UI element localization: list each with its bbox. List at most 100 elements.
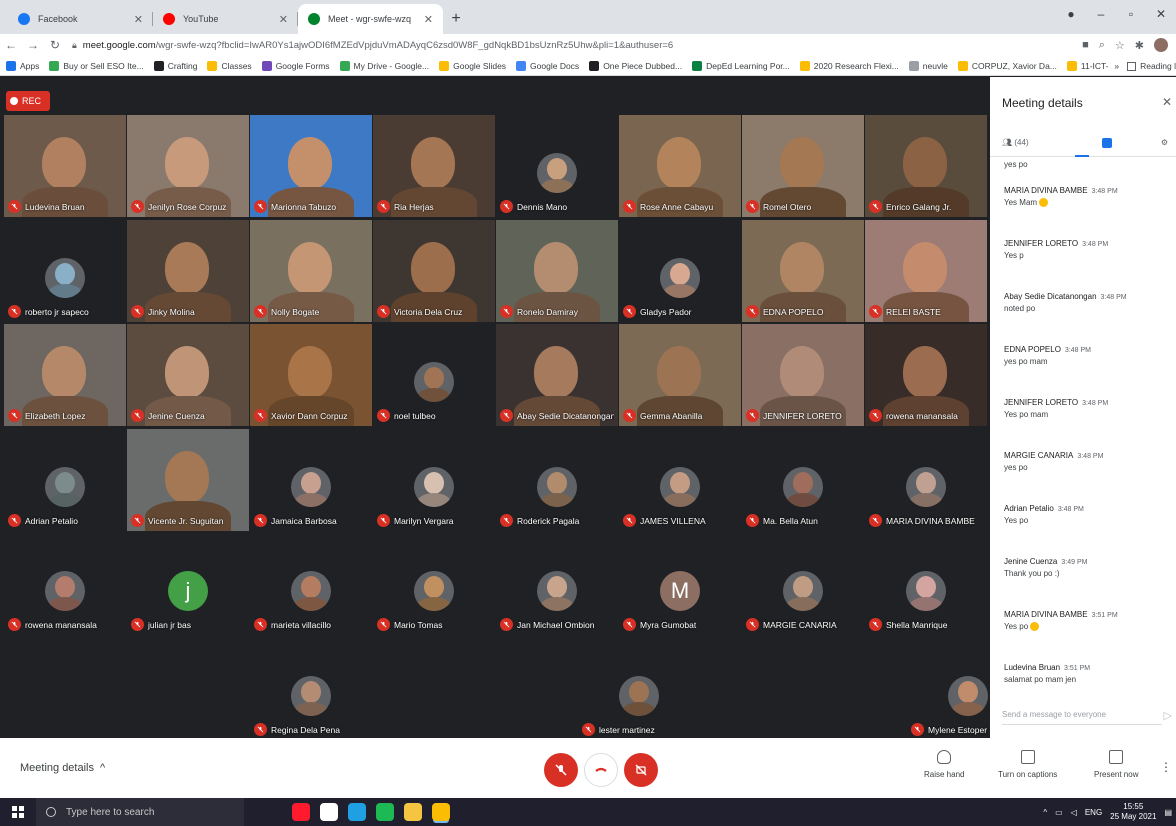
participant-tile[interactable]: Victoria Dela Cruz [373, 220, 495, 322]
participant-tile[interactable]: Shella Manrique [865, 533, 987, 635]
bookmark-item[interactable]: Classes [207, 60, 252, 71]
participant-tile[interactable]: Gladys Pador [619, 220, 741, 322]
profile-icon[interactable]: ● [1056, 0, 1086, 28]
participant-tile[interactable]: lester martinez [578, 638, 700, 740]
new-tab-button[interactable]: + [443, 4, 469, 34]
participant-tile[interactable]: Adrian Petalio [4, 429, 126, 531]
captions-button[interactable]: Turn on captions [998, 750, 1057, 779]
network-icon[interactable]: ▭ [1055, 808, 1063, 817]
browser-tab[interactable]: YouTube ✕ [153, 4, 298, 34]
close-icon[interactable]: ✕ [1162, 95, 1172, 109]
participant-tile[interactable]: rowena manansala [865, 324, 987, 426]
bookmark-item[interactable]: Crafting [153, 60, 197, 71]
taskbar-search[interactable]: Type here to search [36, 798, 244, 826]
edge-taskbar-icon[interactable] [348, 803, 366, 821]
bookmark-item[interactable]: Google Docs [516, 60, 579, 71]
volume-icon[interactable]: ◁ [1071, 808, 1077, 817]
participant-tile[interactable]: Xavior Dann Corpuz [250, 324, 372, 426]
back-icon[interactable]: ← [0, 38, 22, 52]
participant-tile[interactable]: Ronelo Damiray [496, 220, 618, 322]
participant-tile[interactable]: rowena manansala [4, 533, 126, 635]
store-taskbar-icon[interactable] [320, 803, 338, 821]
participant-tile[interactable]: Rose Anne Cabayu [619, 115, 741, 217]
participant-tile[interactable]: Mario Tomas [373, 533, 495, 635]
meeting-details-toggle[interactable]: Meeting details ^ [20, 762, 105, 774]
camera-toggle-button[interactable] [624, 753, 658, 787]
chrome-taskbar-icon[interactable] [432, 803, 450, 821]
participant-tile[interactable]: Regina Dela Pena [250, 638, 372, 740]
clock[interactable]: 15:55 25 May 2021 [1110, 802, 1156, 822]
zoom-icon[interactable]: ⌕ [1099, 39, 1105, 52]
bookmarks-overflow-icon[interactable]: » [1114, 61, 1119, 71]
participant-tile[interactable]: Nolly Bogate [250, 220, 372, 322]
bookmark-item[interactable]: Apps [6, 60, 39, 71]
participant-tile[interactable]: Jamaica Barbosa [250, 429, 372, 531]
send-icon[interactable]: ▷ [1164, 709, 1172, 722]
participant-tile[interactable]: j julian jr bas [127, 533, 249, 635]
bookmark-item[interactable]: DepEd Learning Por... [692, 60, 790, 71]
participant-tile[interactable]: Dennis Mano [496, 115, 618, 217]
minimize-button[interactable]: – [1086, 0, 1116, 28]
participant-tile[interactable]: Ria Herjas [373, 115, 495, 217]
mic-toggle-button[interactable] [544, 753, 578, 787]
participant-tile[interactable]: RELEI BASTE [865, 220, 987, 322]
participant-tile[interactable]: Jinky Molina [127, 220, 249, 322]
bookmark-item[interactable]: My Drive - Google... [339, 60, 429, 71]
close-window-button[interactable]: ✕ [1146, 0, 1176, 28]
more-options-icon[interactable]: ⋮ [1160, 760, 1172, 774]
tab-close-icon[interactable]: ✕ [424, 13, 433, 26]
participant-tile[interactable]: Ma. Bella Atun [742, 429, 864, 531]
bookmark-item[interactable]: One Piece Dubbed... [589, 60, 682, 71]
bookmark-item[interactable]: neuvle [908, 60, 948, 71]
browser-tab[interactable]: Meet - wgr-swfe-wzq ✕ [298, 4, 443, 34]
language-indicator[interactable]: ENG [1085, 808, 1102, 817]
participant-tile[interactable]: JAMES VILLENA [619, 429, 741, 531]
explorer-taskbar-icon[interactable] [404, 803, 422, 821]
maximize-button[interactable]: ▫ [1116, 0, 1146, 28]
raise-hand-button[interactable]: Raise hand [924, 750, 964, 779]
bookmark-item[interactable]: CORPUZ, Xavior Da... [957, 60, 1057, 71]
opera-taskbar-icon[interactable] [292, 803, 310, 821]
camera-indicator-icon[interactable]: ■ [1082, 39, 1089, 51]
tray-chevron-icon[interactable]: ^ [1043, 808, 1047, 817]
bookmark-item[interactable]: Buy or Sell ESO Ite... [49, 60, 144, 71]
tab-activities[interactable]: ⚙︎ [1161, 138, 1176, 147]
browser-tab[interactable]: Facebook ✕ [8, 4, 153, 34]
participant-tile[interactable]: EDNA POPELO [742, 220, 864, 322]
start-button[interactable] [0, 806, 36, 818]
participant-tile[interactable]: Enrico Galang Jr. [865, 115, 987, 217]
reading-list-link[interactable]: Reading l [1140, 61, 1176, 71]
participant-tile[interactable]: Roderick Pagala [496, 429, 618, 531]
participant-tile[interactable]: Marilyn Vergara [373, 429, 495, 531]
participant-tile[interactable]: Jenilyn Rose Corpuz [127, 115, 249, 217]
bookmark-star-icon[interactable]: ☆ [1115, 39, 1125, 52]
participant-tile[interactable]: Marionna Tabuzo [250, 115, 372, 217]
notifications-icon[interactable]: ▤ [1164, 808, 1172, 817]
participant-tile[interactable]: MARIA DIVINA BAMBE [865, 429, 987, 531]
participant-tile[interactable]: MARGIE CANARIA [742, 533, 864, 635]
tab-people[interactable]: 👥︎ (44) [1002, 138, 1072, 147]
extensions-icon[interactable]: ✱ [1135, 39, 1144, 52]
bookmark-item[interactable]: Google Slides [439, 60, 506, 71]
tab-close-icon[interactable]: ✕ [134, 13, 143, 26]
url-bar[interactable]: 🔒︎ meet.google.com /wgr-swfe-wzq?fbclid=… [72, 36, 1076, 54]
avatar[interactable] [1154, 38, 1168, 52]
participant-tile[interactable]: Romel Otero [742, 115, 864, 217]
tab-close-icon[interactable]: ✕ [279, 13, 288, 26]
participant-tile[interactable]: roberto jr sapeco [4, 220, 126, 322]
participant-tile[interactable]: marieta villacillo [250, 533, 372, 635]
participant-tile[interactable]: Abay Sedie Dicatanongan [496, 324, 618, 426]
spotify-taskbar-icon[interactable] [376, 803, 394, 821]
participant-tile[interactable]: M Myra Gumobat [619, 533, 741, 635]
chat-input[interactable]: Send a message to everyone [1002, 705, 1162, 725]
present-now-button[interactable]: Present now [1094, 750, 1138, 779]
participant-tile[interactable]: noel tulbeo [373, 324, 495, 426]
forward-icon[interactable]: → [22, 38, 44, 52]
participant-tile[interactable]: Jenine Cuenza [127, 324, 249, 426]
participant-tile[interactable]: JENNIFER LORETO [742, 324, 864, 426]
participant-tile[interactable]: Vicente Jr. Suguitan [127, 429, 249, 531]
participant-tile[interactable]: Gemma Abanilla [619, 324, 741, 426]
reload-icon[interactable]: ↻ [44, 38, 66, 52]
participant-tile[interactable]: Ludevina Bruan [4, 115, 126, 217]
participant-tile[interactable]: Elizabeth Lopez [4, 324, 126, 426]
